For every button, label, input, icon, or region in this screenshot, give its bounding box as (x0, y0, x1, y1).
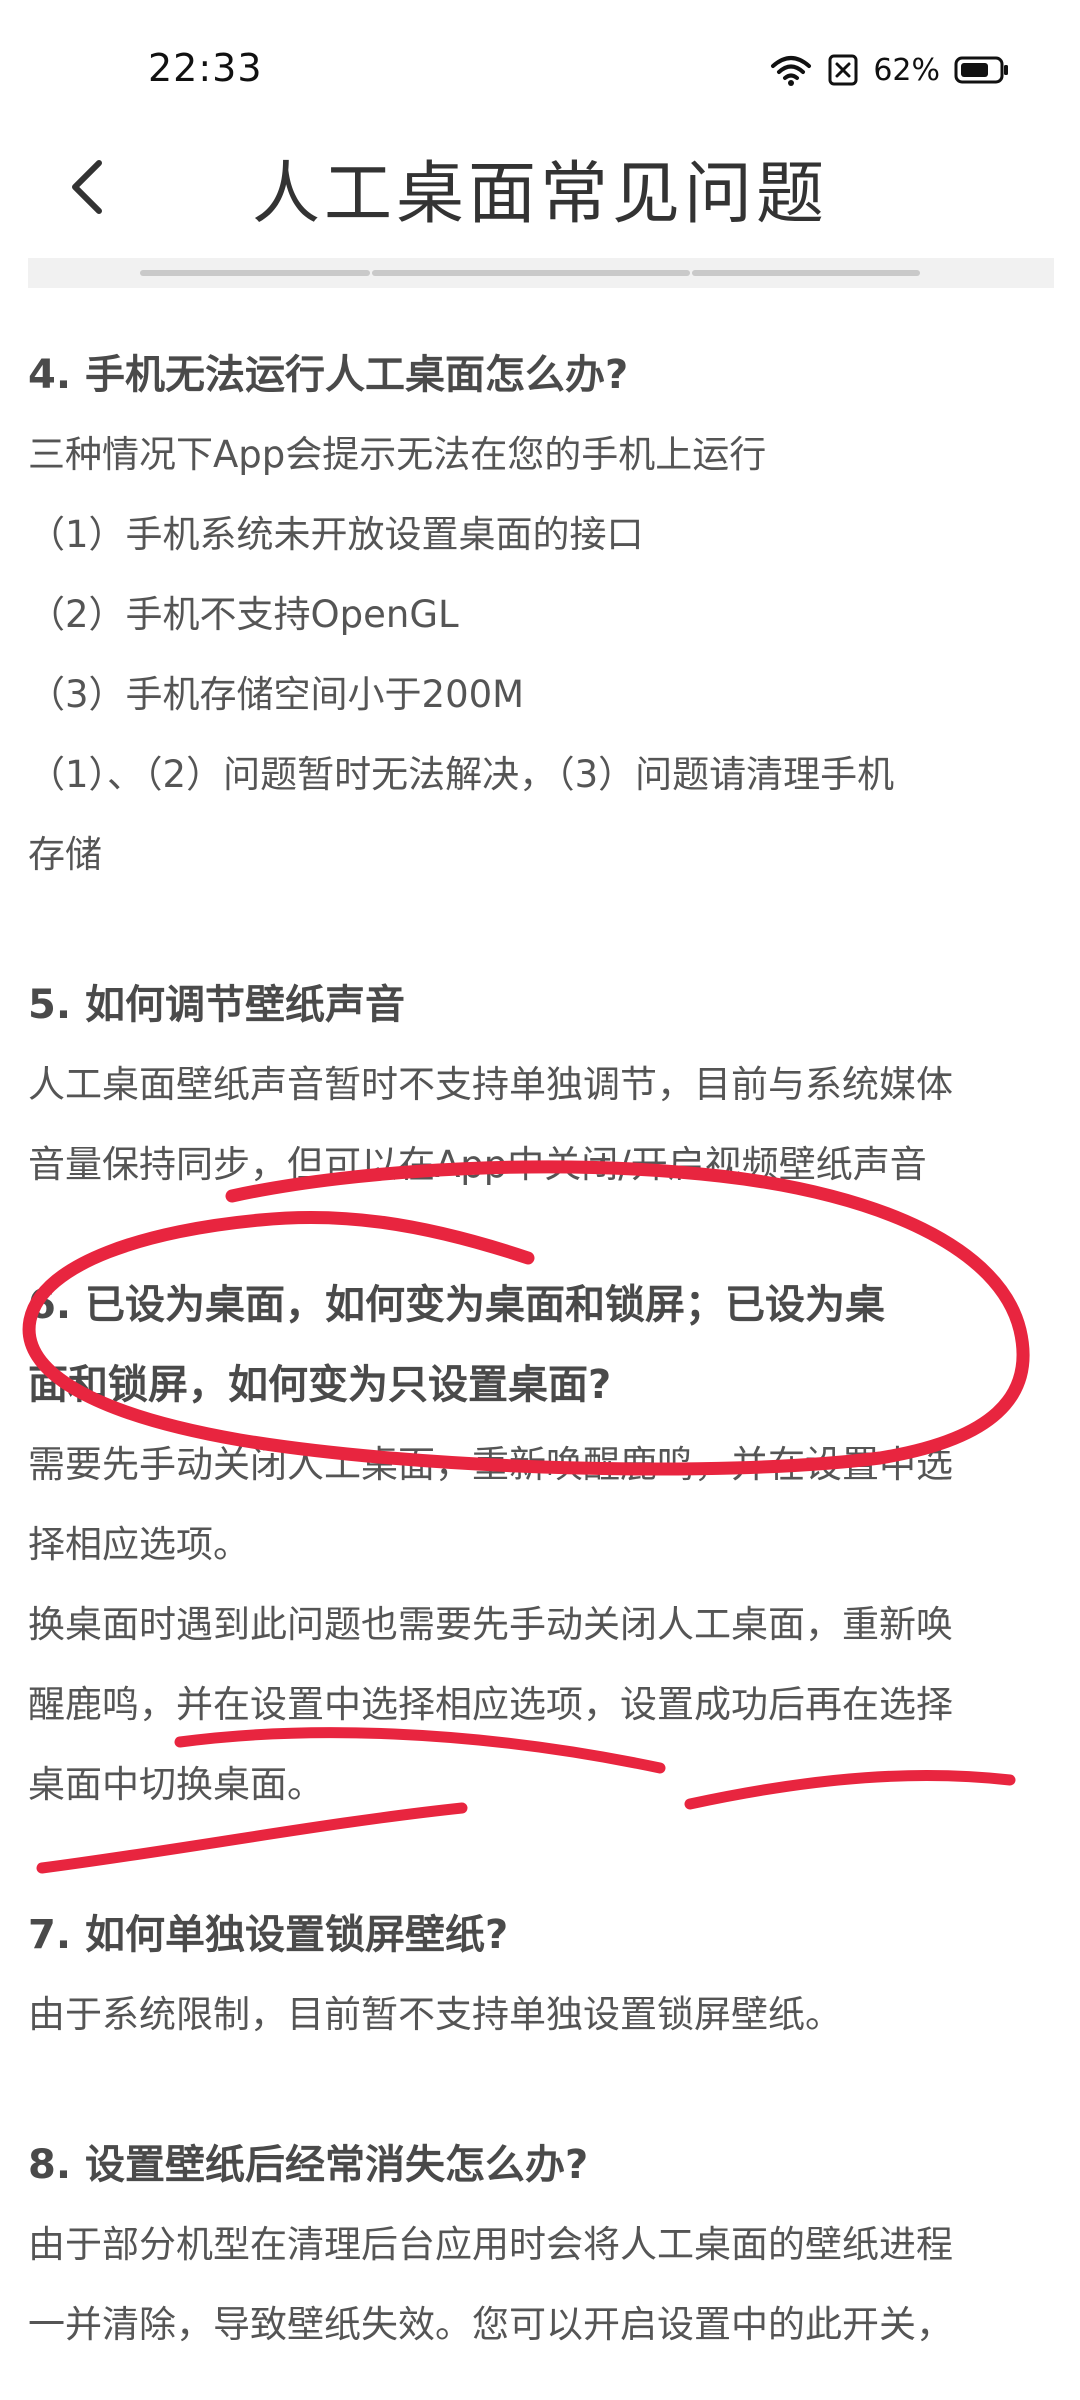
faq-item-7: 7. 如何单独设置锁屏壁纸? 由于系统限制，目前暂不支持单独设置锁屏壁纸。 (28, 1895, 1048, 2055)
faq-content: 4. 手机无法运行人工桌面怎么办? 三种情况下App会提示无法在您的手机上运行 … (28, 335, 1048, 2400)
faq-question: 5. 如何调节壁纸声音 (28, 982, 405, 1028)
page-title: 人工桌面常见问题 (251, 155, 828, 234)
faq-answer-line: 由于系统限制，目前暂不支持单独设置锁屏壁纸。 (28, 1993, 842, 2036)
app-header: 人工桌面常见问题 (0, 130, 1080, 250)
faq-answer-line: 桌面中切换桌面。 (28, 1763, 324, 1806)
faq-question: 7. 如何单独设置锁屏壁纸? (28, 1912, 509, 1958)
faq-answer-line: 需要先手动关闭人工桌面，重新唤醒鹿鸣，并在设置中选 (28, 1443, 953, 1486)
divider-dash (692, 270, 920, 276)
faq-question: 6. 已设为桌面，如何变为桌面和锁屏；已设为桌 (28, 1282, 885, 1328)
status-bar: 22:33 62% (0, 0, 1080, 130)
header-divider (28, 258, 1054, 288)
faq-answer-line: 一并清除，导致壁纸失效。您可以开启设置中的此开关， (28, 2303, 953, 2346)
faq-answer-line: （1）、（2）问题暂时无法解决，（3）问题请清理手机 (28, 753, 895, 796)
faq-item-8: 8. 设置壁纸后经常消失怎么办? 由于部分机型在清理后台应用时会将人工桌面的壁纸… (28, 2125, 1048, 2365)
wifi-icon (769, 52, 813, 88)
faq-answer-line: 人工桌面壁纸声音暂时不支持单独调节，目前与系统媒体 (28, 1063, 953, 1106)
status-icons: 62% (769, 50, 1010, 90)
faq-answer-line: （3）手机存储空间小于200M (28, 673, 525, 716)
faq-item-6: 6. 已设为桌面，如何变为桌面和锁屏；已设为桌 面和锁屏，如何变为只设置桌面? … (28, 1265, 1048, 1825)
faq-answer-line: 醒鹿鸣，并在设置中选择相应选项，设置成功后再在选择 (28, 1683, 953, 1726)
faq-answer-line: 换桌面时遇到此问题也需要先手动关闭人工桌面，重新唤 (28, 1603, 953, 1646)
battery-percent: 62% (873, 52, 940, 88)
faq-question: 4. 手机无法运行人工桌面怎么办? (28, 352, 629, 398)
battery-icon (954, 55, 1010, 85)
faq-question: 面和锁屏，如何变为只设置桌面? (28, 1362, 612, 1408)
faq-answer-line: 三种情况下App会提示无法在您的手机上运行 (28, 433, 767, 476)
faq-answer-line: （2）手机不支持OpenGL (28, 593, 459, 636)
status-time: 22:33 (148, 46, 263, 90)
divider-dash (372, 270, 690, 276)
divider-dash (140, 270, 370, 276)
faq-item-5: 5. 如何调节壁纸声音 人工桌面壁纸声音暂时不支持单独调节，目前与系统媒体 音量… (28, 965, 1048, 1205)
faq-answer-line: 存储 (28, 833, 102, 876)
faq-answer-line: 音量保持同步，但可以在App中关闭/开启视频壁纸声音 (28, 1143, 927, 1186)
faq-question: 8. 设置壁纸后经常消失怎么办? (28, 2142, 589, 2188)
faq-item-4: 4. 手机无法运行人工桌面怎么办? 三种情况下App会提示无法在您的手机上运行 … (28, 335, 1048, 895)
faq-answer-line: （1）手机系统未开放设置桌面的接口 (28, 513, 644, 556)
faq-answer-line: 由于部分机型在清理后台应用时会将人工桌面的壁纸进程 (28, 2223, 953, 2266)
faq-answer-line: 择相应选项。 (28, 1523, 250, 1566)
faq-page: 22:33 62% 人工桌面常见问题 4. 手机无法运行人工桌面怎么办? 三种情… (0, 0, 1080, 2400)
sim-off-icon (827, 53, 859, 87)
